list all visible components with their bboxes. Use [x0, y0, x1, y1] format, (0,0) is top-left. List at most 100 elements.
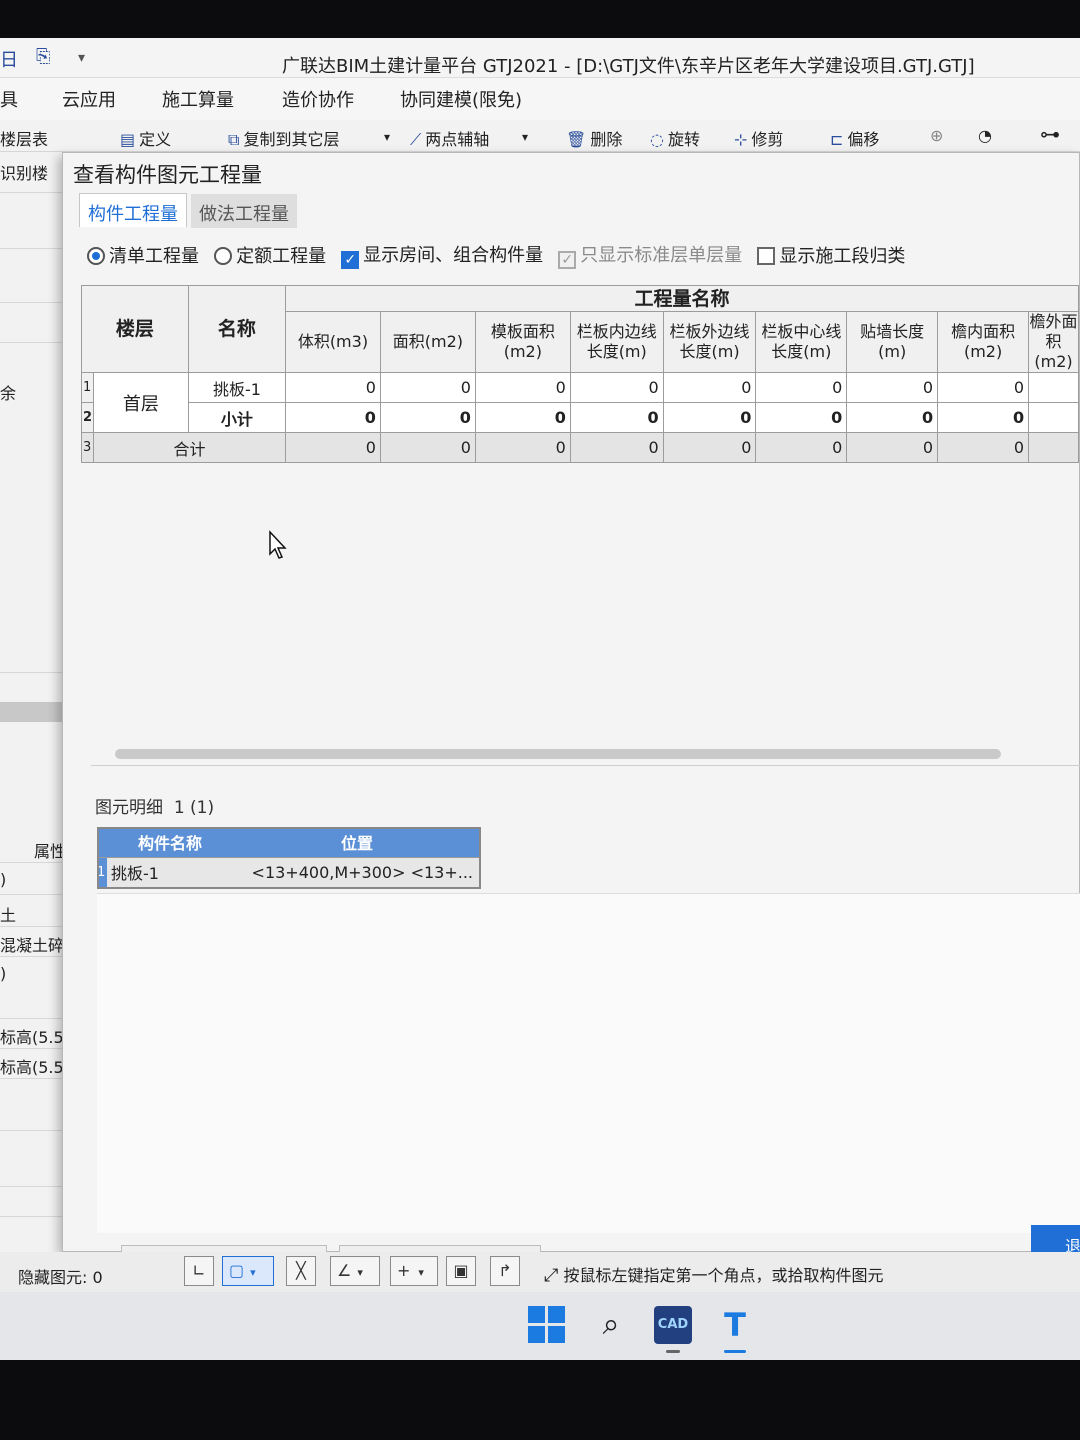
menu-cost-collaboration[interactable]: 造价协作	[282, 86, 354, 112]
status-hint: ⤢ 按鼠标左键指定第一个角点，或拾取构件图元	[544, 1265, 884, 1286]
rectangle-select-icon[interactable]: ▢ ▾	[222, 1256, 274, 1286]
measure-icon[interactable]: ◔	[978, 126, 992, 145]
value-cell: 0	[755, 432, 848, 463]
tab-component-quantity[interactable]: 构件工程量	[79, 193, 187, 227]
quantity-options: 清单工程量 定额工程量 ✓ 显示房间、组合构件量 ✓ 只显示标准层单层量 显示施工段…	[87, 241, 915, 271]
column-header: 贴墙长度(m)	[846, 311, 939, 373]
menu-construction-quantity[interactable]: 施工算量	[162, 86, 234, 112]
axis-dropdown-icon[interactable]: ▾	[522, 130, 528, 144]
offset-button[interactable]: ⊏ 偏移	[830, 126, 879, 150]
value-cell: 0	[284, 432, 381, 463]
chevron-down-icon: ▾	[357, 1266, 363, 1279]
row-number: 3	[81, 432, 94, 463]
left-item[interactable]: 余	[0, 380, 16, 404]
element-detail-count: 1 (1)	[173, 798, 215, 818]
standard-floor-only-checkbox[interactable]: ✓ 只显示标准层单层量	[558, 241, 742, 269]
element-detail-table: 构件名称 位置 1 挑板-1 <13+400,M+300> <13+...	[97, 827, 481, 888]
menu-tools[interactable]: 具	[0, 86, 18, 112]
subtotal-label-cell: 小计	[187, 402, 286, 433]
taskbar: ⌕ CAD T	[0, 1292, 1080, 1360]
screen: 日 ⎘ ▾ 广联达BIM土建计量平台 GTJ2021 - [D:\GTJ文件\东…	[0, 38, 1080, 1360]
show-construction-stage-checkbox[interactable]: 显示施工段归类	[757, 242, 905, 268]
horizontal-scrollbar[interactable]	[115, 749, 1001, 759]
two-point-axis-icon: ⟋	[410, 130, 422, 149]
value-cell: 0	[474, 372, 571, 403]
angle-icon[interactable]: ∠ ▾	[330, 1256, 380, 1286]
arc-icon[interactable]: ↱	[490, 1256, 520, 1286]
snap-icon[interactable]: ⊕	[930, 126, 943, 145]
orthogonal-icon[interactable]: ∟	[184, 1256, 214, 1286]
chevron-down-icon: ▾	[418, 1266, 424, 1279]
save-icon[interactable]: ⎘	[36, 46, 50, 67]
column-header: 檐外面积(m2)	[1028, 311, 1079, 373]
value-cell	[1028, 372, 1079, 403]
define-icon: ▤	[120, 130, 136, 149]
copy-dropdown-icon[interactable]: ▾	[384, 130, 390, 144]
table-row[interactable]: 1 首层 挑板-1 0 0 0 0 0 0 0 0	[81, 372, 1079, 433]
row-number-header	[97, 827, 107, 857]
display-icon[interactable]: ▣	[446, 1256, 476, 1286]
row-number: 1	[97, 856, 107, 888]
value-cell: 0	[846, 402, 939, 433]
left-recognize-label[interactable]: 识别楼	[0, 160, 48, 184]
subtotal-row[interactable]: 2 小计 0 0 0 0 0 0 0 0	[81, 402, 1079, 433]
value-cell: 0	[284, 372, 381, 403]
quota-quantity-radio[interactable]: 定额工程量	[214, 242, 326, 268]
quantity-table: 楼层 名称 工程量名称 体积(m3) 面积(m2) 模板面积(m2) 栏板内边线…	[81, 285, 1080, 463]
value-cell: 0	[846, 432, 939, 463]
value-cell: 0	[284, 402, 381, 433]
name-header: 名称	[187, 285, 286, 373]
rotate-button[interactable]: ◌ 旋转	[650, 126, 700, 150]
radio-empty-icon	[214, 247, 233, 265]
gtj-app-icon[interactable]: T	[716, 1306, 754, 1353]
split-icon[interactable]: ⊶	[1040, 122, 1060, 146]
column-header: 栏板内边线长度(m)	[569, 311, 664, 373]
value-cell: 0	[569, 402, 664, 433]
value-cell: 0	[937, 372, 1030, 403]
view-quantity-dialog: 查看构件图元工程量 构件工程量 做法工程量 清单工程量 定额工程量 ✓ 显示房间、组…	[62, 152, 1080, 1281]
quick-access-dropdown-icon[interactable]: ▾	[78, 50, 85, 66]
floor-cell: 首层	[92, 372, 189, 433]
value-cell: 0	[379, 402, 476, 433]
copy-to-other-floors-button[interactable]: ⧉ 复制到其它层	[228, 126, 339, 150]
splitter[interactable]	[91, 765, 1080, 766]
menu-bar: 具 云应用 施工算量 造价协作 协同建模(限免)	[0, 78, 1080, 120]
hidden-elements-count: 0	[92, 1268, 103, 1287]
value-cell	[1028, 432, 1079, 463]
tab-method-quantity[interactable]: 做法工程量	[191, 194, 297, 228]
windows-start-icon[interactable]	[528, 1306, 566, 1344]
table-row[interactable]: 1 挑板-1 <13+400,M+300> <13+...	[97, 856, 481, 888]
toolbar: 楼层表 ▤ 定义 ⧉ 复制到其它层 ▾ ⟋ 两点辅轴 ▾ 🗑 删除 ◌ 旋转 ⊹ 修剪 ⊏ 偏…	[0, 120, 1080, 152]
floor-table-button[interactable]: 楼层表	[0, 126, 48, 150]
column-header: 模板面积(m2)	[474, 311, 571, 373]
left-property-value: )	[0, 964, 7, 983]
total-row[interactable]: 3 合计 0 0 0 0 0 0 0 0	[81, 432, 1079, 463]
snap-point-icon[interactable]: + ▾	[390, 1256, 438, 1286]
value-cell: 0	[379, 432, 476, 463]
title-bar: 日 ⎘ ▾ 广联达BIM土建计量平台 GTJ2021 - [D:\GTJ文件\东…	[0, 38, 1080, 78]
component-name-header: 构件名称	[107, 827, 233, 857]
value-cell: 0	[569, 432, 664, 463]
checkmark-disabled-icon: ✓	[558, 251, 577, 269]
app-logo-icon[interactable]: 日	[0, 46, 18, 72]
menu-collaborative-modeling[interactable]: 协同建模(限免)	[400, 86, 522, 112]
define-button[interactable]: ▤ 定义	[120, 126, 171, 150]
value-cell: 0	[662, 432, 757, 463]
column-header: 栏板中心线长度(m)	[755, 311, 848, 373]
value-cell: 0	[569, 372, 664, 403]
checkmark-icon: ✓	[341, 251, 360, 269]
hidden-elements-label: 隐藏图元: 0	[18, 1268, 103, 1287]
two-point-axis-button[interactable]: ⟋ 两点辅轴	[410, 126, 489, 150]
delete-button[interactable]: 🗑 删除	[566, 126, 622, 150]
cad-app-icon[interactable]: CAD	[654, 1306, 692, 1353]
rotate-icon: ◌	[650, 130, 664, 149]
cross-select-icon[interactable]: ╳	[286, 1256, 316, 1286]
trim-button[interactable]: ⊹ 修剪	[734, 126, 783, 150]
show-room-combined-checkbox[interactable]: ✓ 显示房间、组合构件量	[341, 241, 543, 269]
column-header: 栏板外边线长度(m)	[662, 311, 757, 373]
value-cell: 0	[755, 372, 848, 403]
column-header: 檐内面积(m2)	[937, 311, 1030, 373]
search-icon[interactable]: ⌕	[592, 1306, 630, 1344]
menu-cloud-apps[interactable]: 云应用	[62, 86, 116, 112]
bill-quantity-radio[interactable]: 清单工程量	[87, 242, 199, 268]
